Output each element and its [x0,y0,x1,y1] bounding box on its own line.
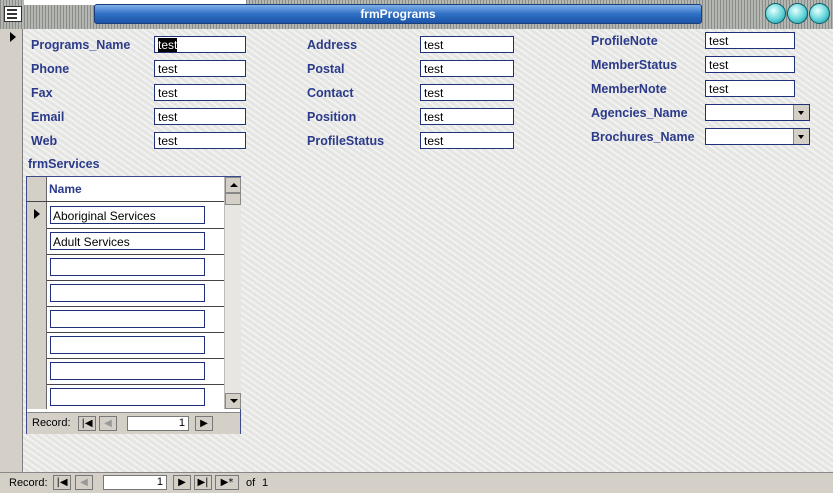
row-selector[interactable] [27,280,47,306]
label-fax: Fax [31,86,53,100]
total-records: 1 [262,477,269,489]
profile-status-field[interactable]: test [420,132,514,149]
last-record-icon[interactable]: ▶| [194,475,212,490]
subform-row[interactable] [27,280,224,307]
programs-name-field[interactable]: test [154,36,246,53]
previous-record-icon[interactable]: ◀ [99,416,117,431]
brochures-name-combo[interactable] [705,128,810,145]
agencies-dropdown-icon[interactable] [793,105,809,120]
label-member-status: MemberStatus [591,58,678,72]
subform-row[interactable] [27,332,224,359]
subform-row[interactable] [27,306,224,333]
row-selector[interactable] [27,254,47,280]
subform-column-header: Name [27,177,224,202]
label-member-note: MemberNote [591,82,667,96]
scroll-down-icon[interactable] [225,393,241,409]
brochures-dropdown-icon[interactable] [793,129,809,144]
label-agencies-name: Agencies_Name [591,106,688,120]
subform-current-record-input[interactable]: 1 [127,416,189,431]
label-email: Email [31,110,65,124]
subform-row[interactable] [27,384,224,409]
label-web: Web [31,134,58,148]
subform-title: frmServices [28,157,100,171]
address-field[interactable]: test [420,36,514,53]
service-name-field[interactable] [50,284,205,302]
first-record-icon[interactable]: |◀ [53,475,71,490]
subform-row[interactable] [27,358,224,385]
previous-record-icon[interactable]: ◀ [75,475,93,490]
scroll-thumb[interactable] [225,193,241,205]
service-name-field[interactable]: Adult Services [50,232,205,250]
service-name-field[interactable] [50,336,205,354]
main-record-navigation: Record: |◀ ◀ 1 ▶ ▶| ▶* of 1 [0,472,833,493]
next-record-icon[interactable]: ▶ [195,416,213,431]
of-label: of [246,477,256,489]
subform-row[interactable]: Adult Services [27,228,224,255]
email-field[interactable]: test [154,108,246,125]
fax-field[interactable]: test [154,84,246,101]
current-record-input[interactable]: 1 [103,475,167,490]
next-record-icon[interactable]: ▶ [173,475,191,490]
record-selector[interactable] [0,29,23,472]
member-note-field[interactable]: test [705,80,795,97]
form-icon[interactable] [4,6,22,22]
row-selector[interactable] [27,306,47,332]
service-name-field[interactable]: Aboriginal Services [50,206,205,224]
subform-row[interactable]: Aboriginal Services [27,202,224,229]
label-position: Position [307,110,357,124]
services-subform[interactable]: Name Aboriginal Services Adult Services [26,176,241,434]
label-address: Address [307,38,358,52]
subform-row[interactable] [27,254,224,281]
postal-field[interactable]: test [420,60,514,77]
service-name-field[interactable] [50,362,205,380]
member-status-field[interactable]: test [705,56,795,73]
agencies-name-combo[interactable] [705,104,810,121]
row-selector[interactable] [27,384,47,409]
current-record-arrow-icon [10,32,16,42]
title-bar[interactable]: frmPrograms [0,0,833,30]
header-selector [27,177,47,201]
record-label: Record: [9,477,48,489]
phone-field[interactable]: test [154,60,246,77]
service-name-field[interactable] [50,258,205,276]
new-record-icon[interactable]: ▶* [215,475,239,490]
maximize-button[interactable] [787,3,808,24]
window-title: frmPrograms [94,4,702,24]
web-field[interactable]: test [154,132,246,149]
close-button[interactable] [809,3,830,24]
row-selector[interactable] [27,202,47,228]
contact-field[interactable]: test [420,84,514,101]
label-postal: Postal [307,62,345,76]
label-contact: Contact [307,86,354,100]
label-phone: Phone [31,62,70,76]
position-field[interactable]: test [420,108,514,125]
minimize-button[interactable] [765,3,786,24]
label-programs-name: Programs_Name [31,38,131,52]
service-name-field[interactable] [50,388,205,406]
name-column-header: Name [49,182,82,196]
service-name-field[interactable] [50,310,205,328]
subform-vertical-scrollbar[interactable] [224,177,241,409]
label-profile-status: ProfileStatus [307,134,385,148]
row-selector[interactable] [27,332,47,358]
first-record-icon[interactable]: |◀ [78,416,96,431]
profile-note-field[interactable]: test [705,32,795,49]
label-brochures-name: Brochures_Name [591,130,695,144]
subform-record-navigation: Record: |◀ ◀ 1 ▶ [27,412,240,434]
scroll-up-icon[interactable] [225,177,241,193]
row-selector[interactable] [27,228,47,254]
current-row-arrow-icon [34,209,40,219]
subform-record-label: Record: [32,417,71,429]
label-profile-note: ProfileNote [591,34,658,48]
row-selector[interactable] [27,358,47,384]
